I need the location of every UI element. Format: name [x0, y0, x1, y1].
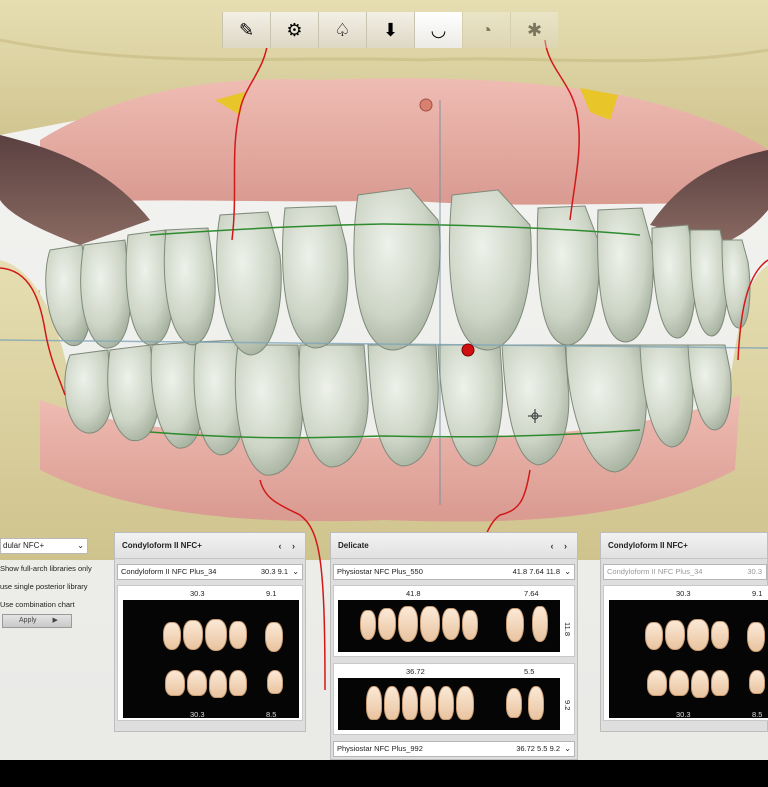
panel-1-title: Condyloform II NFC+ — [122, 541, 202, 550]
panel-2-header: Delicate ‹ › — [331, 533, 577, 559]
panel-3-header: Condyloform II NFC+ — [601, 533, 767, 559]
panel-3-preview[interactable]: 30.3 9.1 30.3 8.5 — [603, 585, 768, 721]
panel-3-title: Condyloform II NFC+ — [608, 541, 688, 550]
design-toolbar: ✎ ⚙ ♤ ⬇ ◡ ◔ ✱ — [222, 12, 562, 48]
option-single-posterior[interactable]: use single posterior library — [0, 582, 88, 591]
tooth-tools-icon[interactable]: ⚙ — [270, 12, 318, 48]
apply-button[interactable]: Apply ▶ — [2, 614, 72, 628]
design-viewport[interactable]: ✎ ⚙ ♤ ⬇ ◡ ◔ ✱ dular NFC+ ⌄ Show full-arc… — [0, 0, 768, 787]
panel-2-upper-select[interactable]: Physiostar NFC Plus_550 41.8 7.64 11.8 ⌄ — [333, 564, 575, 580]
panel-3-tooth-view — [609, 600, 768, 718]
panel-1-header: Condyloform II NFC+ ‹ › — [115, 533, 305, 559]
incisor-marker — [461, 343, 475, 357]
panel-1-nav-arrows[interactable]: ‹ › — [279, 533, 300, 559]
library-panel-3: Condyloform II NFC+ Condyloform II NFC P… — [600, 532, 768, 732]
panel-2-title: Delicate — [338, 541, 369, 550]
chevron-down-icon: ⌄ — [77, 541, 84, 550]
crown-icon[interactable]: ◔ — [462, 12, 510, 48]
option-combination-chart[interactable]: Use combination chart — [0, 600, 75, 609]
molar-icon[interactable]: ♤ — [318, 12, 366, 48]
library-panel-2: Delicate ‹ › Physiostar NFC Plus_550 41.8… — [330, 532, 578, 760]
play-icon: ▶ — [52, 617, 58, 624]
panel-2-lower-select[interactable]: Physiostar NFC Plus_992 36.72 5.5 9.2 ⌄ — [333, 741, 575, 757]
library-panel-1: Condyloform II NFC+ ‹ › Condyloform II N… — [114, 532, 306, 732]
panel-2-nav-arrows[interactable]: ‹ › — [551, 533, 572, 559]
panel-1-preview[interactable]: 30.3 9.1 30.3 8.5 — [117, 585, 303, 721]
panel-2-upper-tooth-view — [338, 600, 560, 652]
panel-2-lower-tooth-view — [338, 678, 560, 730]
library-select-value: dular NFC+ — [3, 541, 45, 550]
panel-2-upper-preview[interactable]: 41.8 7.64 11.8 — [333, 585, 575, 657]
jaw-setup-icon[interactable]: ◡ — [414, 12, 462, 48]
panel-1-tooth-view — [123, 600, 299, 718]
scalpel-icon[interactable]: ✎ — [222, 12, 270, 48]
panel-2-lower-preview[interactable]: 36.72 5.5 9.2 — [333, 663, 575, 735]
panel-3-upper-select[interactable]: Condyloform II NFC Plus_34 30.3 — [603, 564, 767, 580]
option-full-arch[interactable]: Show full-arch libraries only — [0, 564, 92, 573]
tooth-download-icon[interactable]: ⬇ — [366, 12, 414, 48]
bottom-black-bar — [0, 760, 768, 787]
panel-1-upper-select[interactable]: Condyloform II NFC Plus_34 30.3 9.1 ⌄ — [117, 564, 303, 580]
top-marker — [419, 98, 433, 112]
gear-tooth-icon[interactable]: ✱ — [510, 12, 558, 48]
library-options-panel: dular NFC+ ⌄ Show full-arch libraries on… — [0, 536, 92, 688]
library-select[interactable]: dular NFC+ ⌄ — [0, 538, 88, 554]
